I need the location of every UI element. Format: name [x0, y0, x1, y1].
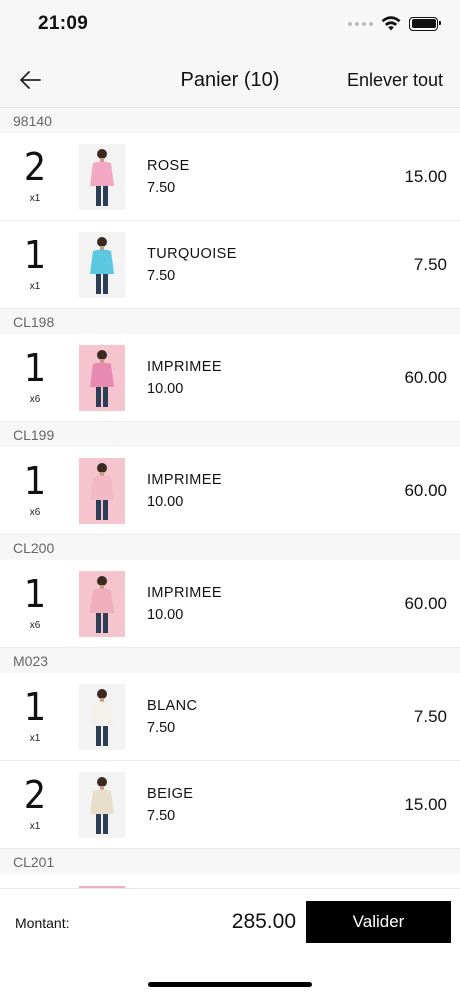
line-total: 60.00	[404, 367, 447, 387]
pack-multiplier: x6	[29, 506, 41, 518]
cart-item-row[interactable]: 1 x1 BLANC 7.50 7.50	[0, 673, 460, 761]
section-header: M023	[0, 648, 460, 673]
quantity[interactable]: 2 x1	[0, 133, 70, 221]
section-header: 98140	[0, 108, 460, 133]
line-total: 15.00	[404, 166, 447, 186]
section-header: CL199	[0, 422, 460, 447]
quantity[interactable]: 1 x6	[0, 334, 70, 422]
product-image	[79, 570, 125, 637]
line-total: 60.00	[404, 480, 447, 500]
pack-multiplier: x1	[29, 732, 41, 744]
quantity-value: 1	[23, 684, 47, 729]
cart-item-row[interactable]	[0, 874, 460, 888]
footer-bar: Montant: 285.00 Valider	[0, 888, 460, 996]
quantity[interactable]: 2 x1	[0, 761, 70, 849]
product-image	[79, 771, 125, 838]
cart-item-row[interactable]: 1 x6 IMPRIMEE 10.00 60.00	[0, 334, 460, 422]
quantity-value: 1	[23, 458, 47, 503]
line-total: 7.50	[413, 254, 447, 274]
product-image	[79, 344, 125, 411]
back-button[interactable]	[14, 64, 46, 96]
section-header: CL201	[0, 849, 460, 874]
product-image	[79, 143, 125, 210]
pack-multiplier: x1	[29, 192, 41, 204]
quantity[interactable]: 1 x6	[0, 560, 70, 648]
section-header: CL198	[0, 309, 460, 334]
pack-multiplier: x6	[29, 393, 41, 405]
cart-item-row[interactable]: 2 x1 ROSE 7.50 15.00	[0, 133, 460, 221]
amount-label: Montant:	[15, 915, 70, 931]
pack-multiplier: x1	[29, 280, 41, 292]
quantity[interactable]: 1 x1	[0, 673, 70, 761]
quantity-value: 2	[23, 144, 47, 189]
product-image	[79, 457, 125, 524]
remove-all-button[interactable]: Enlever tout	[347, 70, 443, 91]
product-image	[79, 231, 125, 298]
quantity-value: 2	[23, 772, 47, 817]
section-header: CL200	[0, 535, 460, 560]
signal-dots-icon	[348, 21, 373, 26]
pack-multiplier: x1	[29, 820, 41, 832]
amount-value: 285.00	[231, 910, 296, 933]
status-icons	[348, 16, 441, 31]
cart-item-row[interactable]: 1 x6 IMPRIMEE 10.00 60.00	[0, 560, 460, 648]
status-time: 21:09	[38, 13, 89, 34]
line-total: 60.00	[404, 593, 447, 613]
wifi-icon	[381, 16, 401, 31]
cart-item-row[interactable]: 2 x1 BEIGE 7.50 15.00	[0, 761, 460, 849]
home-indicator	[148, 982, 312, 987]
battery-icon	[409, 16, 441, 31]
quantity-value: 1	[23, 232, 47, 277]
arrow-left-icon	[20, 71, 41, 89]
status-bar: 21:09	[0, 0, 460, 50]
navigation-bar: Panier (10) Enlever tout	[0, 50, 460, 108]
validate-button[interactable]: Valider	[306, 901, 451, 943]
line-total: 7.50	[413, 706, 447, 726]
quantity-value: 1	[23, 571, 47, 616]
quantity-value: 1	[23, 345, 47, 390]
quantity[interactable]: 1 x6	[0, 447, 70, 535]
pack-multiplier: x6	[29, 619, 41, 631]
cart-item-row[interactable]: 1 x6 IMPRIMEE 10.00 60.00	[0, 447, 460, 535]
cart-item-row[interactable]: 1 x1 TURQUOISE 7.50 7.50	[0, 221, 460, 309]
quantity[interactable]: 1 x1	[0, 221, 70, 309]
cart-list[interactable]: 98140 2 x1 ROSE 7.50 15.00 1 x1 TURQUOISE 7.50 7.5…	[0, 108, 460, 888]
line-total: 15.00	[404, 794, 447, 814]
product-image	[79, 683, 125, 750]
